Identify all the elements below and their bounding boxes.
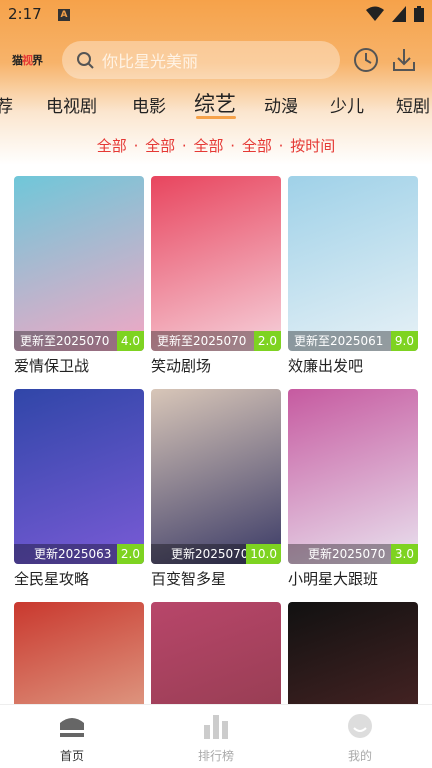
search-placeholder: 你比星光美丽 — [102, 52, 199, 71]
tab-anime[interactable]: 动漫 — [264, 92, 298, 117]
nav-home[interactable]: 首页 — [22, 713, 122, 764]
home-icon — [60, 718, 84, 737]
app-logo[interactable]: 猫视界 — [12, 52, 43, 68]
score-badge: 3.0 — [390, 544, 418, 564]
active-tab-indicator — [196, 116, 236, 119]
category-tabs: 荐 电视剧 电影 综艺 动漫 少儿 短剧 — [0, 88, 432, 120]
filter-option[interactable]: 按时间 — [290, 137, 335, 155]
cell-signal-icon — [392, 6, 406, 22]
status-icons — [366, 6, 424, 22]
nav-label: 我的 — [347, 749, 372, 763]
show-title: 爱情保卫战 — [14, 357, 90, 375]
logo-char: 猫 — [12, 54, 23, 67]
nav-label: 首页 — [59, 749, 84, 763]
a-icon: A — [58, 9, 70, 21]
score-badge: 2.0 — [253, 331, 281, 351]
show-card[interactable]: 更新2025070 3.0 小明星大跟班 — [288, 389, 418, 588]
filter-option[interactable]: 全部 — [97, 137, 127, 155]
filter-option[interactable]: 全部 — [242, 137, 272, 155]
score-badge: 10.0 — [246, 544, 281, 564]
show-title: 百变智多星 — [151, 570, 227, 588]
nav-label: 排行榜 — [197, 749, 234, 763]
show-title: 笑动剧场 — [151, 357, 212, 375]
filter-separator: · — [181, 137, 187, 155]
score-badge: 2.0 — [116, 544, 144, 564]
battery-icon — [414, 6, 424, 22]
search-bar[interactable]: 你比星光美丽 — [62, 41, 340, 79]
show-poster: 更新2025070 10.0 — [151, 389, 281, 564]
show-card[interactable]: 更新至2025070 2.0 笑动剧场 — [151, 176, 281, 375]
history-icon[interactable] — [352, 46, 380, 74]
filter-separator: · — [278, 137, 284, 155]
show-card[interactable]: 更新2025070 10.0 百变智多星 — [151, 389, 281, 588]
filter-option[interactable]: 全部 — [193, 137, 223, 155]
tab-movies[interactable]: 电影 — [132, 92, 166, 117]
filter-separator: · — [230, 137, 236, 155]
show-poster: 更新至2025070 2.0 — [151, 176, 281, 351]
filter-option[interactable]: 全部 — [145, 137, 175, 155]
show-title: 全民星攻略 — [14, 570, 90, 588]
tab-kids[interactable]: 少儿 — [330, 92, 364, 117]
show-card[interactable]: 更新2025063 2.0 全民星攻略 — [14, 389, 144, 588]
filter-separator: · — [133, 137, 139, 155]
profile-face-icon — [348, 714, 372, 738]
bottom-navigation: 首页 排行榜 我的 — [0, 704, 432, 768]
show-poster: 更新2025063 2.0 — [14, 389, 144, 564]
score-badge: 9.0 — [390, 331, 418, 351]
download-icon[interactable] — [390, 46, 418, 74]
show-poster: 更新至2025061 9.0 — [288, 176, 418, 351]
show-title: 小明星大跟班 — [288, 570, 379, 588]
score-badge: 4.0 — [116, 331, 144, 351]
show-poster: 更新2025070 3.0 — [288, 389, 418, 564]
status-bar: 2:17 A — [0, 0, 432, 30]
nav-rankings[interactable]: 排行榜 — [166, 713, 266, 764]
tab-tv-series[interactable]: 电视剧 — [46, 92, 97, 117]
logo-char: 视 — [22, 54, 33, 67]
nav-profile[interactable]: 我的 — [310, 713, 410, 764]
filter-bar: 全部 · 全部 · 全部 · 全部 · 按时间 — [0, 135, 432, 156]
logo-char: 界 — [32, 54, 43, 67]
tab-variety[interactable]: 综艺 — [194, 88, 236, 118]
status-time: 2:17 — [8, 5, 42, 23]
tab-recommend[interactable]: 荐 — [0, 92, 13, 117]
show-card[interactable]: 更新至2025070 4.0 爱情保卫战 — [14, 176, 144, 375]
rank-bars-icon — [204, 715, 228, 739]
search-icon — [77, 52, 94, 69]
wifi-icon — [366, 6, 384, 21]
show-title: 效廉出发吧 — [288, 357, 364, 375]
show-poster: 更新至2025070 4.0 — [14, 176, 144, 351]
show-card[interactable]: 更新至2025061 9.0 效廉出发吧 — [288, 176, 418, 375]
tab-short-drama[interactable]: 短剧 — [396, 92, 430, 117]
app-header: 猫视界 你比星光美丽 — [0, 36, 432, 84]
